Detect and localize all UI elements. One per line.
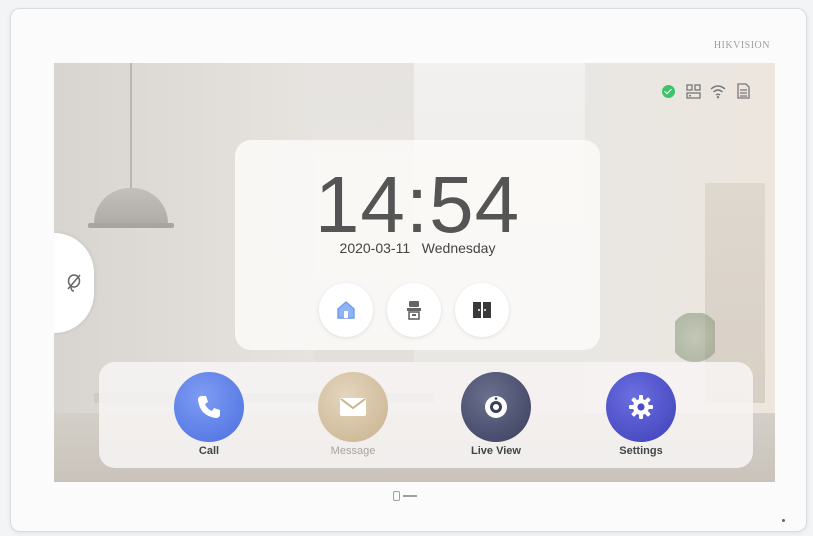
mute-icon: [67, 274, 81, 292]
sd-card-icon[interactable]: [735, 83, 751, 99]
home-screen: 14:54 2020-03-11 Wednesday Call Message …: [54, 63, 775, 482]
settings-app-circle: [606, 372, 676, 442]
home-icon: [337, 301, 355, 319]
guard-station-icon: [407, 301, 421, 320]
settings-app-label: Settings: [619, 445, 663, 457]
gear-icon: [629, 395, 653, 419]
status-bar: [660, 83, 751, 99]
wifi-icon[interactable]: [710, 83, 726, 99]
network-icon[interactable]: [685, 83, 701, 99]
message-app-button[interactable]: Message: [308, 372, 398, 457]
call-app-button[interactable]: Call: [164, 372, 254, 457]
phone-icon: [198, 396, 220, 418]
brand-logo: HIKVISION: [713, 40, 770, 51]
card-reader-indicator: [393, 491, 417, 501]
clock-time: 14:54: [314, 160, 521, 249]
camera-icon: [485, 396, 507, 418]
message-app-label: Message: [330, 445, 376, 457]
date-text: 2020-03-11: [339, 240, 411, 256]
live-view-app-button[interactable]: Live View: [451, 372, 541, 457]
home-mode-button[interactable]: [319, 283, 373, 337]
live-view-app-circle: [461, 372, 531, 442]
quick-actions: [319, 283, 509, 337]
message-app-circle: [318, 372, 388, 442]
pendant-lamp-rim: [88, 223, 174, 228]
weekday-text: Wednesday: [421, 240, 496, 256]
clock-card: 14:54 2020-03-11 Wednesday: [235, 140, 600, 350]
door-unlock-button[interactable]: [455, 283, 509, 337]
device-bezel: HIKVISION 14:54 2020-03-11 Wednesday Cal…: [10, 8, 807, 532]
microphone-hole: [782, 519, 785, 522]
call-app-circle: [174, 372, 244, 442]
security-armed-icon[interactable]: [660, 83, 676, 99]
call-guard-button[interactable]: [387, 283, 441, 337]
live-view-app-label: Live View: [471, 445, 521, 457]
settings-app-button[interactable]: Settings: [596, 372, 686, 457]
clock-date: 2020-03-11 Wednesday: [235, 240, 600, 256]
envelope-icon: [340, 398, 366, 416]
door-panel-icon: [473, 302, 491, 318]
call-app-label: Call: [198, 445, 220, 457]
lamp-cord: [130, 63, 132, 203]
app-dock: Call Message Live View Settings: [99, 362, 753, 468]
